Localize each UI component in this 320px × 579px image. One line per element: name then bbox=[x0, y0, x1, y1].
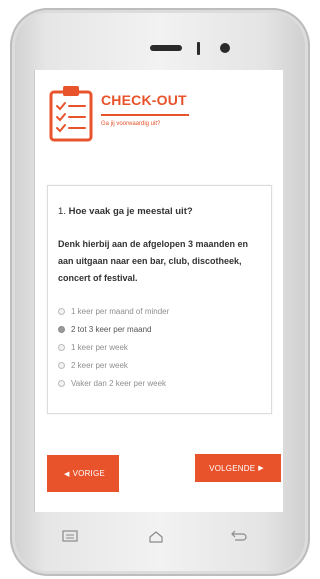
option-label: 2 tot 3 keer per maand bbox=[71, 324, 152, 334]
previous-button[interactable]: ◀ VORIGE bbox=[47, 455, 119, 492]
radio-button[interactable] bbox=[58, 343, 65, 351]
back-icon[interactable] bbox=[230, 530, 248, 542]
answer-option[interactable]: 1 keer per week bbox=[58, 338, 169, 356]
option-label: 2 keer per week bbox=[71, 360, 128, 370]
option-label: 1 keer per maand of minder bbox=[71, 306, 170, 316]
home-icon[interactable] bbox=[148, 530, 164, 544]
system-navigation-bar bbox=[34, 514, 282, 558]
previous-button-label: VORIGE bbox=[72, 469, 105, 478]
radio-button[interactable] bbox=[58, 379, 65, 387]
page-title: CHECK-OUT bbox=[101, 92, 187, 108]
menu-icon[interactable] bbox=[62, 530, 78, 542]
answer-option[interactable]: 1 keer per maand of minder bbox=[58, 302, 169, 320]
app-header: CHECK-OUT Ga jij voorwaardig uit? bbox=[47, 80, 283, 150]
radio-button[interactable] bbox=[58, 307, 65, 315]
triangle-right-icon: ▶ bbox=[258, 465, 264, 472]
question-text: Hoe vaak ga je meestal uit? bbox=[68, 206, 193, 217]
answer-option[interactable]: 2 tot 3 keer per maand bbox=[58, 320, 169, 338]
next-button-label: VOLGENDE bbox=[209, 463, 256, 473]
title-divider bbox=[101, 114, 189, 116]
sensor-icon bbox=[197, 42, 200, 55]
radio-button-selected[interactable] bbox=[58, 325, 65, 333]
option-label: 1 keer per week bbox=[71, 342, 128, 352]
answer-options: 1 keer per maand of minder 2 tot 3 keer … bbox=[58, 302, 169, 392]
question-description: Denk hierbij aan de afgelopen 3 maanden … bbox=[58, 239, 249, 283]
clipboard-checklist-icon bbox=[49, 86, 93, 142]
question-number: 1. bbox=[58, 206, 66, 217]
page-subtitle: Ga jij voorwaardig uit? bbox=[101, 121, 161, 127]
question-card: 1. Hoe vaak ga je meestal uit? Denk hier… bbox=[47, 185, 272, 414]
next-button[interactable]: VOLGENDE ▶ bbox=[195, 454, 281, 482]
camera-icon bbox=[220, 43, 230, 53]
answer-option[interactable]: 2 keer per week bbox=[58, 356, 169, 374]
speaker-grille bbox=[150, 45, 182, 51]
app-screen: CHECK-OUT Ga jij voorwaardig uit? 1. Hoe… bbox=[34, 70, 283, 512]
question-title: 1. Hoe vaak ga je meestal uit? bbox=[58, 206, 193, 217]
option-label: Vaker dan 2 keer per week bbox=[71, 378, 167, 388]
answer-option[interactable]: Vaker dan 2 keer per week bbox=[58, 374, 169, 392]
radio-button[interactable] bbox=[58, 361, 65, 369]
triangle-left-icon: ◀ bbox=[64, 470, 70, 478]
